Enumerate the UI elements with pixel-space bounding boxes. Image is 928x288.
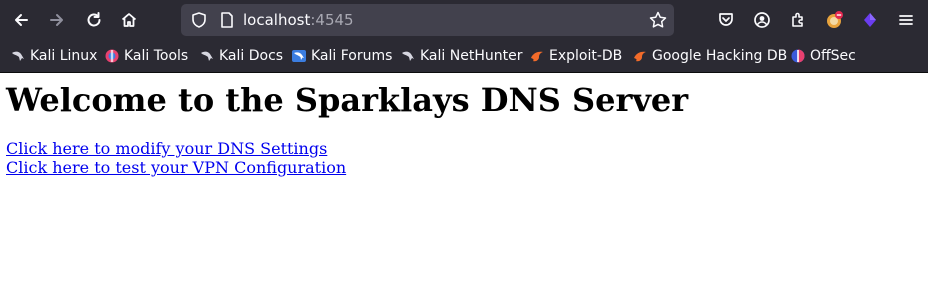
- url-host: localhost: [243, 11, 311, 29]
- extension-purple-button[interactable]: [856, 6, 884, 34]
- bookmark-kali-nethunter[interactable]: Kali NetHunter: [400, 40, 522, 72]
- shield-icon[interactable]: [190, 11, 208, 29]
- home-button[interactable]: [115, 6, 143, 34]
- hamburger-menu-icon: [899, 15, 913, 25]
- pocket-icon: [719, 13, 733, 26]
- back-button[interactable]: [7, 6, 35, 34]
- bookmark-label: Kali NetHunter: [420, 48, 523, 64]
- home-icon: [121, 13, 137, 27]
- reload-icon: [87, 12, 101, 27]
- extension-foxyproxy-button[interactable]: [820, 6, 848, 34]
- test-vpn-configuration-link[interactable]: Click here to test your VPN Configuratio…: [6, 158, 346, 177]
- bookmark-label: Kali Tools: [124, 48, 189, 64]
- bookmark-label: Google Hacking DB: [652, 48, 788, 64]
- kali-dragon-icon: [402, 51, 414, 61]
- kali-tools-icon: [105, 49, 119, 63]
- bookmark-kali-linux[interactable]: Kali Linux: [10, 40, 97, 72]
- url-text[interactable]: localhost:4545: [243, 11, 354, 29]
- kali-dragon-icon: [201, 51, 213, 61]
- address-bar[interactable]: localhost:4545: [181, 4, 674, 36]
- bookmark-label: Kali Linux: [30, 48, 98, 64]
- purple-gem-icon: [864, 13, 876, 27]
- reload-button[interactable]: [80, 6, 108, 34]
- offsec-icon: [791, 49, 805, 63]
- link-list: Click here to modify your DNS Settings C…: [6, 139, 346, 177]
- forward-button[interactable]: [43, 6, 71, 34]
- fox-extension-icon: [827, 11, 843, 28]
- pocket-button[interactable]: [712, 6, 740, 34]
- bookmark-exploit-db[interactable]: Exploit-DB: [529, 40, 622, 72]
- url-port: :4545: [310, 11, 354, 29]
- bookmark-google-hacking-db[interactable]: Google Hacking DB: [632, 40, 787, 72]
- account-icon: [754, 12, 770, 28]
- bookmarks-toolbar: Kali Linux Kali Tools Kali Docs Kali For…: [0, 40, 928, 73]
- bookmark-star-icon[interactable]: [648, 10, 668, 30]
- account-button[interactable]: [748, 6, 776, 34]
- bookmark-label: Kali Docs: [219, 48, 284, 64]
- bookmark-kali-forums[interactable]: Kali Forums: [291, 40, 392, 72]
- bookmark-label: Kali Forums: [311, 48, 393, 64]
- kali-dragon-icon: [12, 51, 24, 61]
- page-info-icon[interactable]: [218, 11, 236, 29]
- bookmark-label: Exploit-DB: [549, 48, 623, 64]
- page-title: Welcome to the Sparklays DNS Server: [6, 81, 689, 119]
- arrow-left-icon: [15, 14, 28, 26]
- app-menu-button[interactable]: [892, 6, 920, 34]
- exploit-db-icon: [531, 51, 543, 62]
- puzzle-icon: [792, 12, 803, 27]
- kali-forums-icon: [292, 50, 306, 62]
- extensions-button[interactable]: [784, 6, 812, 34]
- browser-toolbar: localhost:4545: [0, 0, 928, 40]
- bookmark-offsec[interactable]: OffSec: [790, 40, 856, 72]
- modify-dns-settings-link[interactable]: Click here to modify your DNS Settings: [6, 139, 346, 158]
- bookmark-kali-tools[interactable]: Kali Tools: [104, 40, 188, 72]
- bookmark-kali-docs[interactable]: Kali Docs: [199, 40, 283, 72]
- exploit-db-icon: [634, 51, 646, 62]
- arrow-right-icon: [50, 14, 63, 26]
- bookmark-label: OffSec: [810, 48, 856, 64]
